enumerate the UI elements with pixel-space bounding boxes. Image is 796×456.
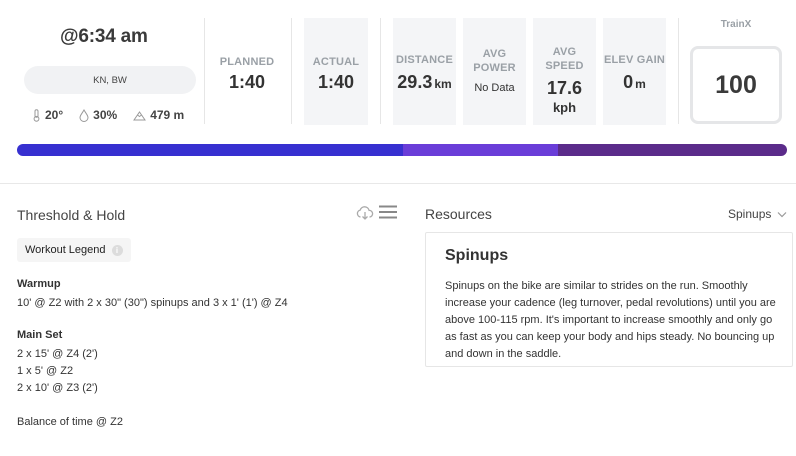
workout-legend-button[interactable]: Workout Legend i bbox=[17, 238, 131, 262]
header-divider bbox=[380, 18, 381, 124]
location-pill: KN, BW bbox=[24, 66, 196, 94]
workout-title: Threshold & Hold bbox=[17, 207, 126, 223]
zone-distribution-bar bbox=[17, 144, 787, 156]
trainx-label: TrainX bbox=[720, 19, 752, 30]
section-divider bbox=[0, 183, 796, 184]
resource-card: Spinups Spinups on the bike are similar … bbox=[425, 232, 793, 367]
balance-text: Balance of time @ Z2 bbox=[17, 416, 123, 428]
metric-actual: ACTUAL 1:40 bbox=[304, 18, 368, 125]
cloud-download-icon[interactable] bbox=[356, 205, 374, 221]
planned-value: 1:40 bbox=[228, 72, 266, 92]
resources-select[interactable]: Spinups bbox=[728, 207, 787, 221]
humidity-drop-icon bbox=[79, 108, 89, 122]
workout-legend-label: Workout Legend bbox=[25, 244, 106, 256]
mountain-icon bbox=[133, 110, 147, 120]
info-icon[interactable]: i bbox=[111, 244, 123, 256]
trainx-score: 100 bbox=[715, 70, 757, 99]
actual-value: 1:40 bbox=[317, 72, 355, 92]
avg-speed-label: AVG SPEED bbox=[545, 46, 584, 72]
distance-value: 29.3 bbox=[397, 72, 433, 92]
zone-segment-2 bbox=[402, 144, 558, 156]
header-divider bbox=[291, 18, 292, 124]
planned-label: PLANNED bbox=[219, 56, 275, 68]
elevation-item: 479 m bbox=[133, 108, 184, 122]
warmup-text: 10' @ Z2 with 2 x 30" (30") spinups and … bbox=[17, 297, 288, 309]
avg-power-label-1: AVG bbox=[482, 48, 507, 60]
resources-title: Resources bbox=[425, 206, 492, 222]
metric-planned: PLANNED 1:40 bbox=[212, 18, 282, 125]
elev-gain-unit: m bbox=[635, 77, 646, 91]
metric-avg-speed: AVG SPEED 17.6 kph bbox=[533, 18, 596, 125]
metric-avg-power: AVG POWER No Data bbox=[463, 18, 526, 125]
avg-speed-value: 17.6 bbox=[546, 78, 583, 98]
metric-distance: DISTANCE 29.3 km bbox=[393, 18, 456, 125]
zone-segment-1 bbox=[17, 144, 403, 156]
zone-segment-3 bbox=[557, 144, 787, 156]
resource-card-title: Spinups bbox=[445, 247, 509, 264]
distance-value-group: 29.3 km bbox=[393, 72, 456, 93]
workout-start-time: @6:34 am bbox=[60, 26, 148, 47]
header-divider bbox=[204, 18, 205, 124]
main-set-line: 2 x 15' @ Z4 (2') bbox=[17, 348, 98, 360]
resource-card-body: Spinups on the bike are similar to strid… bbox=[445, 280, 776, 360]
elev-gain-value: 0 bbox=[623, 72, 634, 92]
workout-actions bbox=[356, 202, 398, 221]
main-set-line: 1 x 5' @ Z2 bbox=[17, 365, 74, 377]
main-set-heading: Main Set bbox=[17, 329, 63, 341]
humidity-value: 30% bbox=[93, 108, 118, 122]
elev-gain-value-group: 0m bbox=[603, 72, 666, 93]
hamburger-menu-icon[interactable] bbox=[378, 204, 398, 220]
actual-label: ACTUAL bbox=[312, 56, 360, 68]
weather-row: 20° 30% 479 m bbox=[32, 108, 200, 122]
temperature-item: 20° bbox=[32, 108, 63, 122]
temperature-value: 20° bbox=[45, 108, 64, 122]
distance-label: DISTANCE bbox=[395, 54, 453, 66]
resources-selected-value: Spinups bbox=[728, 207, 772, 221]
avg-power-value: No Data bbox=[474, 82, 515, 94]
humidity-item: 30% bbox=[79, 108, 117, 122]
elev-gain-label: ELEV GAIN bbox=[603, 54, 666, 66]
avg-speed-unit: kph bbox=[552, 100, 577, 115]
trainx-score-box[interactable]: 100 bbox=[690, 46, 782, 124]
elevation-value: 479 m bbox=[150, 108, 185, 122]
avg-power-label-2: POWER bbox=[473, 62, 516, 74]
location-label: KN, BW bbox=[93, 74, 127, 86]
header-divider bbox=[678, 18, 679, 124]
chevron-down-icon bbox=[777, 211, 787, 217]
thermometer-icon bbox=[33, 108, 40, 122]
metric-elev-gain: ELEV GAIN 0m bbox=[603, 18, 666, 125]
main-set-line: 2 x 10' @ Z3 (2') bbox=[17, 382, 98, 394]
warmup-heading: Warmup bbox=[17, 278, 61, 290]
distance-unit: km bbox=[434, 77, 452, 91]
